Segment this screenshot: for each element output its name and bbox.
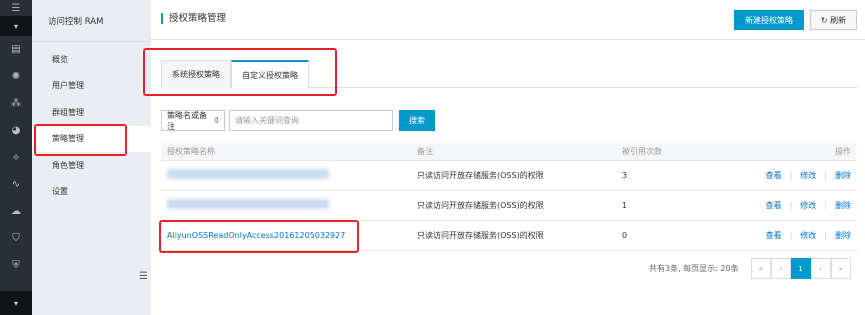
cdn-icon[interactable]: ◕ [0, 117, 32, 144]
menu-icon[interactable]: ☰ [0, 0, 32, 16]
column-header-name: 授权策略名称 [161, 143, 411, 161]
tab-system-policies[interactable]: 系统授权策略 [161, 60, 231, 88]
delete-link[interactable]: 删除 [835, 171, 851, 180]
pagination-info: 共有3条, 每页显示: 20条 [649, 264, 739, 273]
remark-cell: 只读访问开放存储服务(OSS)的权限 [411, 190, 616, 221]
sidebar-item-settings[interactable]: 设置 [32, 179, 151, 206]
redacted-policy-name[interactable] [167, 169, 329, 179]
page-header: 授权策略管理 新建授权策略 ↻ 刷新 [151, 0, 865, 40]
action-separator: | [789, 230, 793, 240]
table-row: 只读访问开放存储服务(OSS)的权限 1 查看 | 修改 | 删除 [161, 190, 857, 221]
actions-cell: 查看 | 修改 | 删除 [756, 190, 857, 221]
security-icon[interactable]: ⛨ [0, 252, 32, 279]
page-1-button[interactable]: 1 [790, 258, 811, 279]
sidebar-item-overview[interactable]: 概览 [32, 46, 151, 73]
new-policy-button[interactable]: 新建授权策略 [734, 10, 804, 30]
next-page-button[interactable]: › [810, 258, 831, 279]
count-cell: 0 [616, 220, 756, 251]
chevron-down-icon[interactable]: ▾ [0, 291, 32, 315]
refresh-label: 刷新 [830, 15, 847, 25]
server-icon[interactable]: ▤ [0, 36, 32, 63]
first-page-button[interactable]: « [750, 258, 771, 279]
delete-link[interactable]: 删除 [835, 201, 851, 210]
search-input[interactable] [229, 110, 393, 131]
action-separator: | [824, 200, 827, 210]
network-icon[interactable]: ⁂ [0, 90, 32, 117]
remark-cell: 只读访问开放存储服务(OSS)的权限 [411, 160, 616, 191]
column-header-actions: 操作 [756, 143, 857, 161]
sidebar-item-groups[interactable]: 群组管理 [32, 99, 151, 126]
policy-name-cell[interactable] [161, 190, 411, 221]
policy-name-link[interactable]: AliyunOSSReadOnlyAccess20161205032927 [167, 231, 345, 240]
main-content: 授权策略管理 新建授权策略 ↻ 刷新 系统授权策略 自定义授权策略 策略名或备注… [151, 0, 865, 315]
view-link[interactable]: 查看 [766, 171, 782, 180]
route-icon[interactable]: ∿ [0, 171, 32, 198]
action-separator: | [824, 170, 827, 180]
delete-link[interactable]: 删除 [835, 231, 851, 240]
sidebar-item-roles[interactable]: 角色管理 [32, 152, 151, 179]
sidebar: 访问控制 RAM 概览 用户管理 群组管理 策略管理 角色管理 设置 ☰ [32, 0, 151, 315]
edit-link[interactable]: 修改 [800, 231, 816, 240]
edit-link[interactable]: 修改 [800, 201, 816, 210]
table-row: AliyunOSSReadOnlyAccess20161205032927 只读… [161, 220, 857, 251]
actions-cell: 查看 | 修改 | 删除 [756, 160, 857, 191]
page-title: 授权策略管理 [161, 13, 226, 24]
last-page-button[interactable]: » [830, 258, 851, 279]
refresh-icon: ↻ [820, 15, 831, 25]
count-cell: 3 [616, 160, 756, 191]
pagination: 共有3条, 每页显示: 20条 « ‹ 1 › » [649, 258, 851, 279]
action-separator: | [789, 170, 793, 180]
sidebar-header: 访问控制 RAM [32, 0, 151, 42]
action-separator: | [824, 230, 827, 240]
database-icon[interactable]: ⟡ [0, 144, 32, 171]
tab-custom-policies[interactable]: 自定义授权策略 [231, 60, 309, 89]
count-cell: 1 [616, 190, 756, 221]
search-field-select[interactable]: 策略名或备注 ⇕ [161, 110, 225, 131]
policy-tabs: 系统授权策略 自定义授权策略 [161, 60, 857, 89]
table-header-row: 授权策略名称 备注 被引用次数 操作 [161, 143, 857, 161]
shield-icon[interactable]: ⛉ [0, 225, 32, 252]
view-link[interactable]: 查看 [766, 201, 782, 210]
refresh-button[interactable]: ↻ 刷新 [810, 10, 857, 30]
chevron-down-icon[interactable]: ▾ [0, 16, 32, 36]
column-header-count: 被引用次数 [616, 143, 756, 161]
table-row: 只读访问开放存储服务(OSS)的权限 3 查看 | 修改 | 删除 [161, 160, 857, 191]
redacted-policy-name[interactable] [167, 199, 329, 209]
search-button[interactable]: 搜索 [399, 110, 435, 131]
sidebar-collapse-icon[interactable]: ☰ [139, 271, 149, 282]
edit-link[interactable]: 修改 [800, 171, 816, 180]
select-value: 策略名或备注 [167, 110, 207, 131]
policy-name-cell[interactable] [161, 160, 411, 191]
view-link[interactable]: 查看 [766, 231, 782, 240]
remark-cell: 只读访问开放存储服务(OSS)的权限 [411, 220, 616, 251]
column-header-remark: 备注 [411, 143, 616, 161]
prev-page-button[interactable]: ‹ [770, 258, 791, 279]
cloud-icon[interactable]: ✺ [0, 63, 32, 90]
sidebar-item-policies[interactable]: 策略管理 [32, 125, 151, 152]
select-arrows-icon: ⇕ [213, 116, 220, 125]
policy-table: 授权策略名称 备注 被引用次数 操作 只读访问开放存储服务(OSS)的权限 3 … [161, 143, 857, 251]
action-separator: | [789, 200, 793, 210]
storage-icon[interactable]: ☁ [0, 198, 32, 225]
filter-bar: 策略名或备注 ⇕ 搜索 [161, 110, 435, 131]
policy-name-cell: AliyunOSSReadOnlyAccess20161205032927 [161, 220, 411, 251]
icon-rail: ☰ ▾ ▤ ✺ ⁂ ◕ ⟡ ∿ ☁ ⛉ ⛨ ▾ [0, 0, 32, 315]
sidebar-item-users[interactable]: 用户管理 [32, 73, 151, 100]
actions-cell: 查看 | 修改 | 删除 [756, 220, 857, 251]
